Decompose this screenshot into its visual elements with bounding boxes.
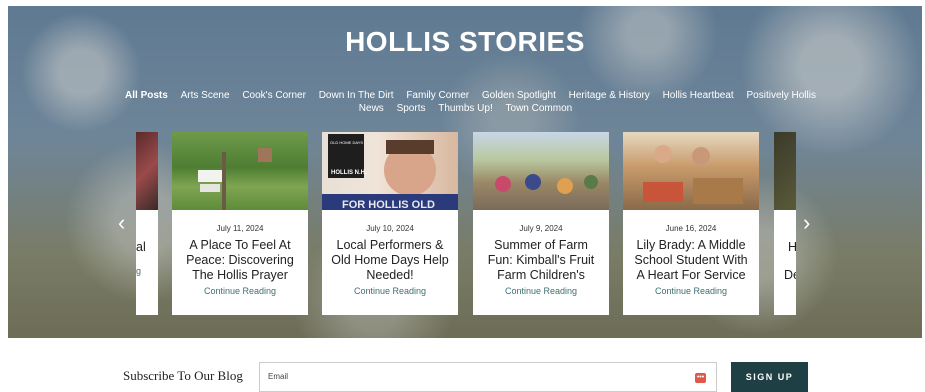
post-title[interactable]: Lily Brady: A Middle School Student With… <box>631 238 751 282</box>
hero-banner: HOLLIS STORIES All Posts Arts Scene Cook… <box>8 6 922 338</box>
post-date: June 16, 2024 <box>665 224 717 233</box>
post-card[interactable]: OLD HOME DAYS HOLLIS N.H. FOR HOLLIS OLD… <box>322 132 458 315</box>
email-label: Email <box>268 372 289 381</box>
category-arts-scene[interactable]: Arts Scene <box>181 90 230 101</box>
continue-reading-link[interactable]: Continue Reading <box>322 286 458 296</box>
category-hollis-heartbeat[interactable]: Hollis Heartbeat <box>663 90 734 101</box>
category-nav: All Posts Arts Scene Cook's Corner Down … <box>118 89 818 115</box>
email-field[interactable]: Email ••• <box>259 362 717 392</box>
poster-top-text: OLD HOME DAYS <box>330 140 363 145</box>
continue-reading-link[interactable]: Continue Reading <box>623 286 759 296</box>
post-thumbnail <box>473 132 609 210</box>
sign-photo <box>198 148 272 210</box>
password-manager-icon[interactable]: ••• <box>695 373 706 383</box>
carousel-next-arrow-icon[interactable]: › <box>803 210 810 236</box>
old-home-days-poster: OLD HOME DAYS HOLLIS N.H. FOR HOLLIS OLD <box>322 134 458 211</box>
partial-left-more: g <box>136 266 142 276</box>
post-card[interactable]: June 16, 2024 Lily Brady: A Middle Schoo… <box>623 132 759 315</box>
partial-left-title: al <box>136 240 146 254</box>
post-card-partial-right[interactable]: H De <box>774 132 796 315</box>
page-title: HOLLIS STORIES <box>345 26 585 57</box>
poster-bottom-text: FOR HOLLIS OLD <box>342 199 435 210</box>
category-family-corner[interactable]: Family Corner <box>406 90 469 101</box>
category-heritage-history[interactable]: Heritage & History <box>569 90 650 101</box>
post-title[interactable]: Summer of Farm Fun: Kimball's Fruit Farm… <box>481 238 601 282</box>
category-down-in-the-dirt[interactable]: Down In The Dirt <box>319 90 394 101</box>
category-golden-spotlight[interactable]: Golden Spotlight <box>482 90 556 101</box>
category-town-common[interactable]: Town Common <box>506 103 573 114</box>
partial-right-title-1: H <box>788 240 796 254</box>
continue-reading-link[interactable]: Continue Reading <box>172 286 308 296</box>
category-all-posts[interactable]: All Posts <box>125 90 168 101</box>
post-thumbnail: OLD HOME DAYS HOLLIS N.H. FOR HOLLIS OLD <box>322 132 458 211</box>
continue-reading-link[interactable]: Continue Reading <box>473 286 609 296</box>
post-title[interactable]: A Place To Feel At Peace: Discovering Th… <box>180 238 300 282</box>
category-thumbs-up[interactable]: Thumbs Up! <box>438 103 492 114</box>
post-card-partial-left[interactable]: al g <box>136 132 158 315</box>
category-cooks-corner[interactable]: Cook's Corner <box>242 90 306 101</box>
post-date: July 9, 2024 <box>519 224 563 233</box>
sign-up-button[interactable]: SIGN UP <box>731 362 808 392</box>
post-thumbnail <box>172 132 308 210</box>
post-card[interactable]: July 11, 2024 A Place To Feel At Peace: … <box>172 132 308 315</box>
poster-mid-text: HOLLIS N.H. <box>331 170 367 176</box>
post-thumbnail <box>623 132 759 210</box>
service-photo <box>643 145 743 204</box>
partial-right-title-2: De <box>784 268 796 282</box>
post-date: July 11, 2024 <box>216 224 264 233</box>
farm-photo <box>495 174 598 194</box>
subscribe-heading: Subscribe To Our Blog <box>123 368 243 383</box>
category-sports[interactable]: Sports <box>397 103 426 114</box>
post-title[interactable]: Local Performers & Old Home Days Help Ne… <box>330 238 450 282</box>
post-card[interactable]: July 9, 2024 Summer of Farm Fun: Kimball… <box>473 132 609 315</box>
carousel-prev-arrow-icon[interactable]: ‹ <box>118 210 125 236</box>
post-date: July 10, 2024 <box>366 224 414 233</box>
